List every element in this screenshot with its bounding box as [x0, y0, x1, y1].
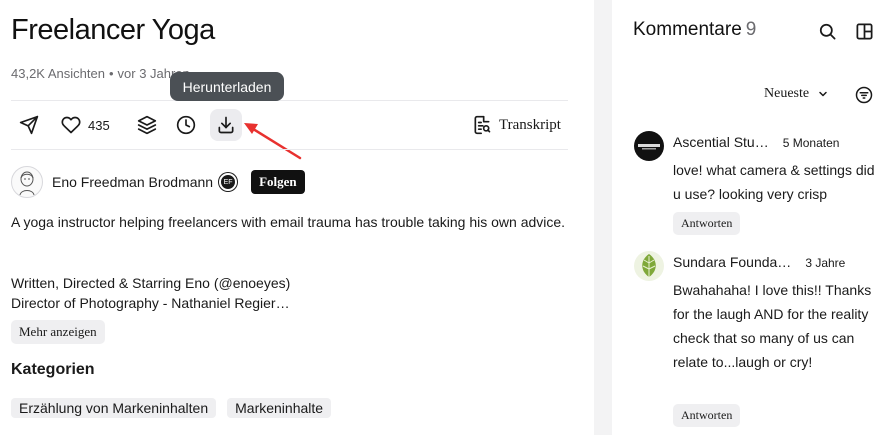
download-tooltip: Herunterladen — [170, 72, 284, 101]
leaf-logo — [642, 254, 656, 277]
chevron-down-icon — [819, 91, 827, 97]
like-count: 435 — [88, 117, 110, 133]
categories-heading: Kategorien — [11, 361, 95, 378]
annotation-arrow — [244, 123, 302, 160]
meta-separator: • — [108, 66, 114, 81]
heart-icon — [61, 116, 81, 134]
divider — [11, 149, 568, 150]
like-button[interactable]: 435 — [61, 108, 110, 142]
download-icon — [218, 116, 234, 134]
show-more-button[interactable]: Mehr anzeigen — [11, 320, 105, 344]
comment-text: Bwahahaha! I love this!! Thanks for the … — [673, 282, 872, 370]
clock-icon — [176, 115, 196, 135]
category-tag[interactable]: Markeninhalte — [227, 398, 332, 418]
follow-button[interactable]: Folgen — [251, 170, 305, 194]
comment-time: 3 Jahre — [805, 256, 846, 270]
view-count: 43,2K Ansichten — [11, 66, 105, 81]
video-details-panel: Freelancer Yoga 43,2K Ansichten • vor 3 Ja… — [0, 0, 594, 435]
add-to-collection-button[interactable] — [133, 108, 161, 142]
video-meta: 43,2K Ansichten • vor 3 Jahren — [11, 66, 190, 81]
search-icon — [819, 23, 836, 40]
video-description: A yoga instructor helping freelancers wi… — [11, 214, 566, 230]
page-title: Freelancer Yoga — [11, 14, 215, 46]
filter-button[interactable] — [855, 86, 873, 109]
category-tags: Erzählung von Markeninhalten Markeninhal… — [11, 398, 332, 418]
author-avatar-sketch — [19, 171, 35, 196]
category-tag[interactable]: Erzählung von Markeninhalten — [11, 398, 217, 418]
column-gutter — [594, 0, 612, 435]
comment-header: Ascential Stu… 5 Monaten — [673, 134, 839, 150]
sort-dropdown[interactable]: Neueste — [764, 86, 829, 102]
author-row: Eno Freedman Brodmann EF Folgen — [11, 166, 305, 198]
comment-author[interactable]: Sundara Founda… — [673, 254, 791, 270]
transcript-button[interactable]: Transkript — [472, 108, 561, 142]
sort-label: Neueste — [764, 86, 810, 101]
author-name[interactable]: Eno Freedman Brodmann — [52, 174, 213, 190]
credit-line: Written, Directed & Starring Eno (@enoey… — [11, 275, 291, 291]
divider — [11, 100, 568, 101]
ascential-logo — [638, 144, 660, 150]
panel-toggle-button[interactable] — [855, 22, 874, 46]
search-button[interactable] — [818, 22, 837, 46]
reply-button[interactable]: Antworten — [673, 212, 741, 235]
share-icon — [19, 115, 39, 135]
transcript-icon — [474, 115, 491, 135]
avatar[interactable] — [634, 131, 664, 161]
comments-count: 9 — [745, 19, 757, 40]
credits: Written, Directed & Starring Eno (@enoey… — [11, 273, 290, 313]
comments-panel: Kommentare 9 Neueste Ascential Stu… 5 Mon… — [612, 0, 889, 435]
comment-time: 5 Monaten — [782, 136, 840, 150]
comment-author[interactable]: Ascential Stu… — [673, 134, 769, 150]
layers-icon — [137, 115, 157, 135]
panel-toggle-icon — [856, 23, 873, 40]
avatar[interactable] — [11, 166, 43, 198]
comments-title: Kommentare 9 — [633, 19, 756, 41]
share-button[interactable] — [15, 108, 43, 142]
comment-header: Sundara Founda… 3 Jahre — [673, 254, 845, 270]
reply-button[interactable]: Antworten — [673, 404, 741, 427]
avatar[interactable] — [634, 251, 664, 281]
verified-badge: EF — [219, 173, 238, 191]
transcript-label: Transkript — [499, 116, 561, 133]
credit-line: Director of Photography - Nathaniel Regi… — [11, 295, 290, 311]
comment-text: love! what camera & settings did u use? … — [673, 162, 875, 202]
filter-icon — [855, 86, 873, 104]
watch-later-button[interactable] — [172, 108, 200, 142]
comments-title-label: Kommentare — [633, 19, 742, 40]
